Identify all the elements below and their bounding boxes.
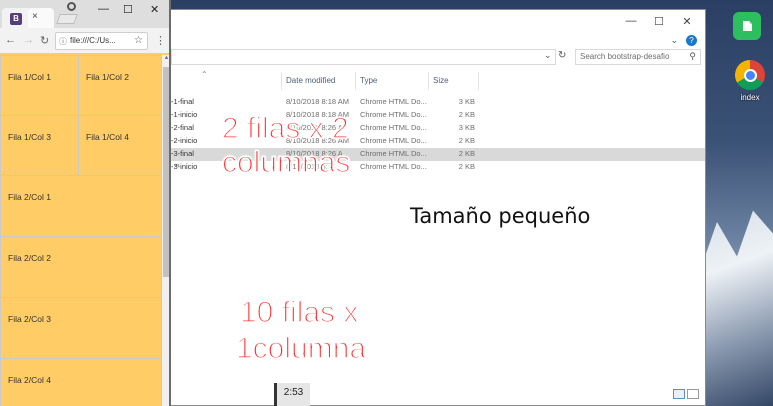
grid-cell: Fila 2/Col 3 bbox=[0, 297, 162, 359]
large-icons-view-icon[interactable] bbox=[687, 389, 699, 399]
annotation-stack-line1: 10 filas x bbox=[239, 296, 359, 329]
grid-cell: Fila 1/Col 3 bbox=[0, 115, 79, 176]
minimize-icon[interactable]: — bbox=[98, 3, 109, 15]
address-bar: ⌄ ↻ Search bootstrap-desafio ⚲ bbox=[161, 48, 705, 66]
bootstrap-favicon-icon: B bbox=[10, 13, 22, 25]
grid-cell: Fila 2/Col 1 bbox=[0, 175, 162, 237]
details-view-icon[interactable] bbox=[673, 389, 685, 399]
profile-icon[interactable] bbox=[67, 2, 76, 11]
info-icon[interactable]: ⓘ bbox=[59, 36, 67, 47]
grid-cell: Fila 1/Col 2 bbox=[78, 55, 162, 116]
ribbon-bar: ⌄ ? bbox=[161, 32, 705, 48]
help-icon[interactable]: ? bbox=[686, 34, 697, 46]
grid-cell: Fila 2/Col 4 bbox=[0, 358, 162, 406]
search-placeholder: Search bootstrap-desafio bbox=[580, 52, 670, 61]
column-header-name[interactable]: ⌃ bbox=[161, 70, 282, 90]
cursor-icon: ⇔ bbox=[172, 159, 181, 169]
chrome-shortcut-label: index bbox=[740, 93, 760, 102]
view-switcher bbox=[673, 389, 699, 399]
scroll-up-icon[interactable]: ▲ bbox=[162, 55, 169, 61]
path-field[interactable] bbox=[171, 49, 556, 65]
annotation-stack-line2: 1columna bbox=[235, 332, 367, 365]
video-timestamp: 2:53 bbox=[274, 383, 310, 406]
grid-cell: Fila 1/Col 1 bbox=[0, 55, 79, 116]
vertical-scrollbar[interactable]: ▲ bbox=[162, 55, 169, 406]
page-content: Fila 1/Col 1 Fila 1/Col 2 Fila 1/Col 3 F… bbox=[0, 55, 162, 406]
annotation-grid-line1: 2 filas x 2 bbox=[221, 112, 349, 145]
chevron-down-icon[interactable]: ⌄ bbox=[670, 35, 678, 46]
column-header-date[interactable]: Date modified bbox=[282, 72, 356, 90]
browser-toolbar: ← → ↻ ⓘ file:///C:/Us... ☆ ⋮ bbox=[0, 28, 169, 54]
address-input[interactable]: ⓘ file:///C:/Us... ☆ bbox=[55, 32, 148, 50]
tab-active[interactable]: × bbox=[28, 8, 54, 28]
browser-titlebar: B × — ☐ ✕ bbox=[0, 0, 169, 28]
evernote-icon[interactable] bbox=[733, 12, 761, 40]
search-input[interactable]: Search bootstrap-desafio ⚲ bbox=[575, 49, 701, 65]
refresh-icon[interactable]: ↻ bbox=[558, 50, 566, 61]
grid-cell: Fila 1/Col 4 bbox=[78, 115, 162, 176]
annotation-grid-line2: columnas bbox=[221, 146, 351, 179]
new-tab-button[interactable] bbox=[56, 14, 78, 24]
forward-arrow-icon[interactable]: → bbox=[23, 34, 34, 46]
minimize-icon[interactable]: — bbox=[617, 15, 645, 27]
maximize-icon[interactable]: ☐ bbox=[123, 3, 133, 16]
menu-icon[interactable]: ⋮ bbox=[155, 34, 166, 47]
scrollbar-thumb[interactable] bbox=[163, 67, 169, 277]
maximize-icon[interactable]: ☐ bbox=[645, 15, 673, 28]
search-icon: ⚲ bbox=[689, 51, 696, 61]
sort-up-icon: ⌃ bbox=[201, 70, 208, 79]
back-arrow-icon[interactable]: ← bbox=[5, 34, 16, 46]
chevron-down-icon[interactable]: ⌄ bbox=[544, 50, 552, 61]
close-icon[interactable]: ✕ bbox=[150, 3, 159, 16]
annotation-size-note: Tamaño pequeño bbox=[410, 204, 591, 228]
column-header-type[interactable]: Type bbox=[356, 72, 429, 90]
address-text: file:///C:/Us... bbox=[70, 36, 116, 45]
column-headers: ⌃ Date modified Type Size bbox=[161, 70, 705, 90]
bookmark-star-icon[interactable]: ☆ bbox=[134, 35, 143, 46]
file-row[interactable]: -1-final 8/10/2018 8:18 AM Chrome HTML Do.… bbox=[161, 96, 705, 109]
close-icon[interactable]: ✕ bbox=[673, 15, 701, 28]
column-header-size[interactable]: Size bbox=[429, 72, 479, 90]
reload-icon[interactable]: ↻ bbox=[40, 34, 49, 47]
chrome-icon bbox=[735, 60, 765, 90]
close-tab-icon[interactable]: × bbox=[32, 11, 38, 22]
explorer-titlebar: — ☐ ✕ bbox=[161, 10, 705, 32]
chrome-shortcut[interactable]: index bbox=[735, 60, 765, 102]
chrome-browser-window[interactable]: B × — ☐ ✕ ← → ↻ ⓘ file:///C:/Us... ☆ ⋮ F… bbox=[0, 0, 171, 406]
grid-cell: Fila 2/Col 2 bbox=[0, 236, 162, 298]
